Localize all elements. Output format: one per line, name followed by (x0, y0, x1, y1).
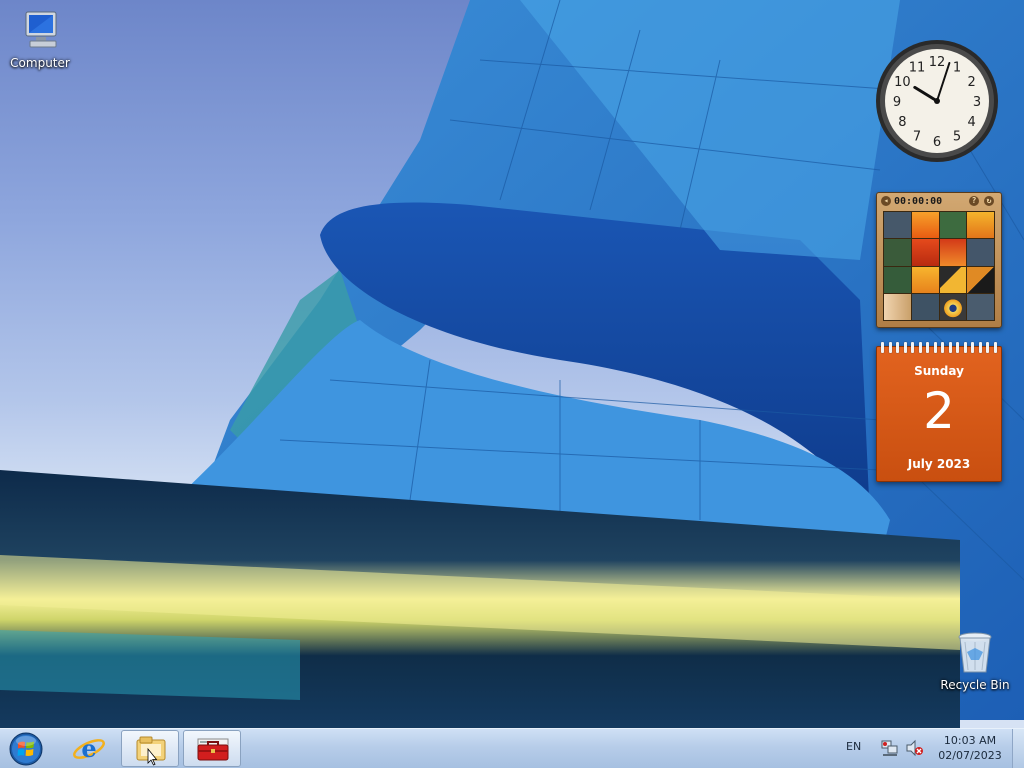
computer-icon (16, 8, 64, 54)
clock-numeral: 8 (898, 115, 906, 130)
calendar-day-number: 2 (923, 382, 955, 440)
ie-icon: e (73, 734, 105, 763)
puzzle-grid (883, 211, 995, 321)
puzzle-tile[interactable] (911, 239, 939, 266)
puzzle-tile[interactable] (967, 293, 994, 320)
clock-gadget[interactable]: 12 1 2 3 4 5 6 7 8 9 10 11 (874, 38, 1000, 164)
puzzle-tile[interactable] (939, 266, 967, 293)
puzzle-tile[interactable] (939, 239, 967, 266)
puzzle-tile[interactable] (884, 266, 911, 293)
taskbar: e EN 10:03 AM 02/07/2023 (0, 728, 1024, 768)
puzzle-toolbar: ◂ 00:00:00 ? ↻ (877, 193, 1001, 209)
network-icon[interactable] (880, 739, 900, 757)
clock-numeral: 11 (909, 60, 926, 75)
taskbar-internet-explorer[interactable]: e (60, 730, 118, 767)
clock-numeral: 10 (894, 75, 911, 90)
puzzle-tile[interactable] (967, 212, 994, 239)
desktop-icon-computer[interactable]: Computer (2, 8, 78, 70)
calendar-weekday: Sunday (914, 364, 964, 378)
taskbar-clock[interactable]: 10:03 AM 02/07/2023 (933, 733, 1007, 763)
windows-logo-icon (9, 732, 43, 766)
clock-numeral: 5 (953, 130, 961, 145)
clock-numeral: 2 (967, 75, 975, 90)
clock-numeral: 3 (973, 95, 981, 110)
toolbox-icon (197, 738, 229, 761)
puzzle-timer: 00:00:00 (894, 195, 943, 207)
show-desktop-button[interactable] (1012, 729, 1024, 768)
puzzle-tile[interactable] (884, 293, 911, 320)
taskbar-windows-explorer[interactable] (121, 730, 179, 767)
folder-icon (136, 736, 166, 766)
desktop-icon-label: Recycle Bin (940, 678, 1010, 692)
puzzle-tile[interactable] (911, 266, 939, 293)
volume-muted-icon[interactable] (905, 739, 925, 757)
language-indicator[interactable]: EN (846, 740, 861, 753)
clock-numeral: 9 (893, 95, 901, 110)
desktop-icon-recycle-bin[interactable]: Recycle Bin (937, 630, 1013, 692)
clock-numeral: 12 (929, 55, 946, 70)
picture-puzzle-gadget[interactable]: ◂ 00:00:00 ? ↻ (876, 192, 1002, 328)
desktop: Computer Recycle Bin 12 1 2 3 4 5 6 7 8 9 10 11 (0, 0, 1024, 728)
puzzle-tile[interactable] (911, 212, 939, 239)
start-button[interactable] (4, 730, 48, 768)
taskbar-date: 02/07/2023 (938, 749, 1002, 762)
clock-numeral: 4 (967, 115, 975, 130)
desktop-icon-label: Computer (10, 56, 70, 70)
puzzle-tile[interactable] (884, 212, 911, 239)
taskbar-time: 10:03 AM (943, 734, 997, 747)
taskbar-toolbox-app[interactable] (183, 730, 241, 767)
clock-numeral: 7 (913, 130, 921, 145)
calendar-month-year: July 2023 (907, 457, 971, 471)
clock-face: 12 12 3 45678 9 1011 (876, 40, 998, 162)
puzzle-back-icon[interactable]: ◂ (881, 196, 891, 206)
puzzle-tile[interactable] (967, 239, 994, 266)
puzzle-solve-icon[interactable]: ↻ (984, 196, 994, 206)
clock-numeral: 6 (933, 135, 941, 150)
puzzle-hint-icon[interactable]: ? (969, 196, 979, 206)
svg-text:e: e (81, 734, 96, 763)
puzzle-tile[interactable] (939, 293, 967, 320)
puzzle-tile[interactable] (884, 239, 911, 266)
puzzle-tile[interactable] (967, 266, 994, 293)
clock-numeral: 1 (953, 60, 961, 75)
wallpaper (0, 0, 1024, 728)
puzzle-tile[interactable] (939, 212, 967, 239)
calendar-gadget[interactable]: Sunday 2 July 2023 (876, 342, 1002, 482)
recycle-bin-icon (951, 630, 999, 676)
calendar-rings (881, 342, 997, 354)
puzzle-tile[interactable] (911, 293, 939, 320)
